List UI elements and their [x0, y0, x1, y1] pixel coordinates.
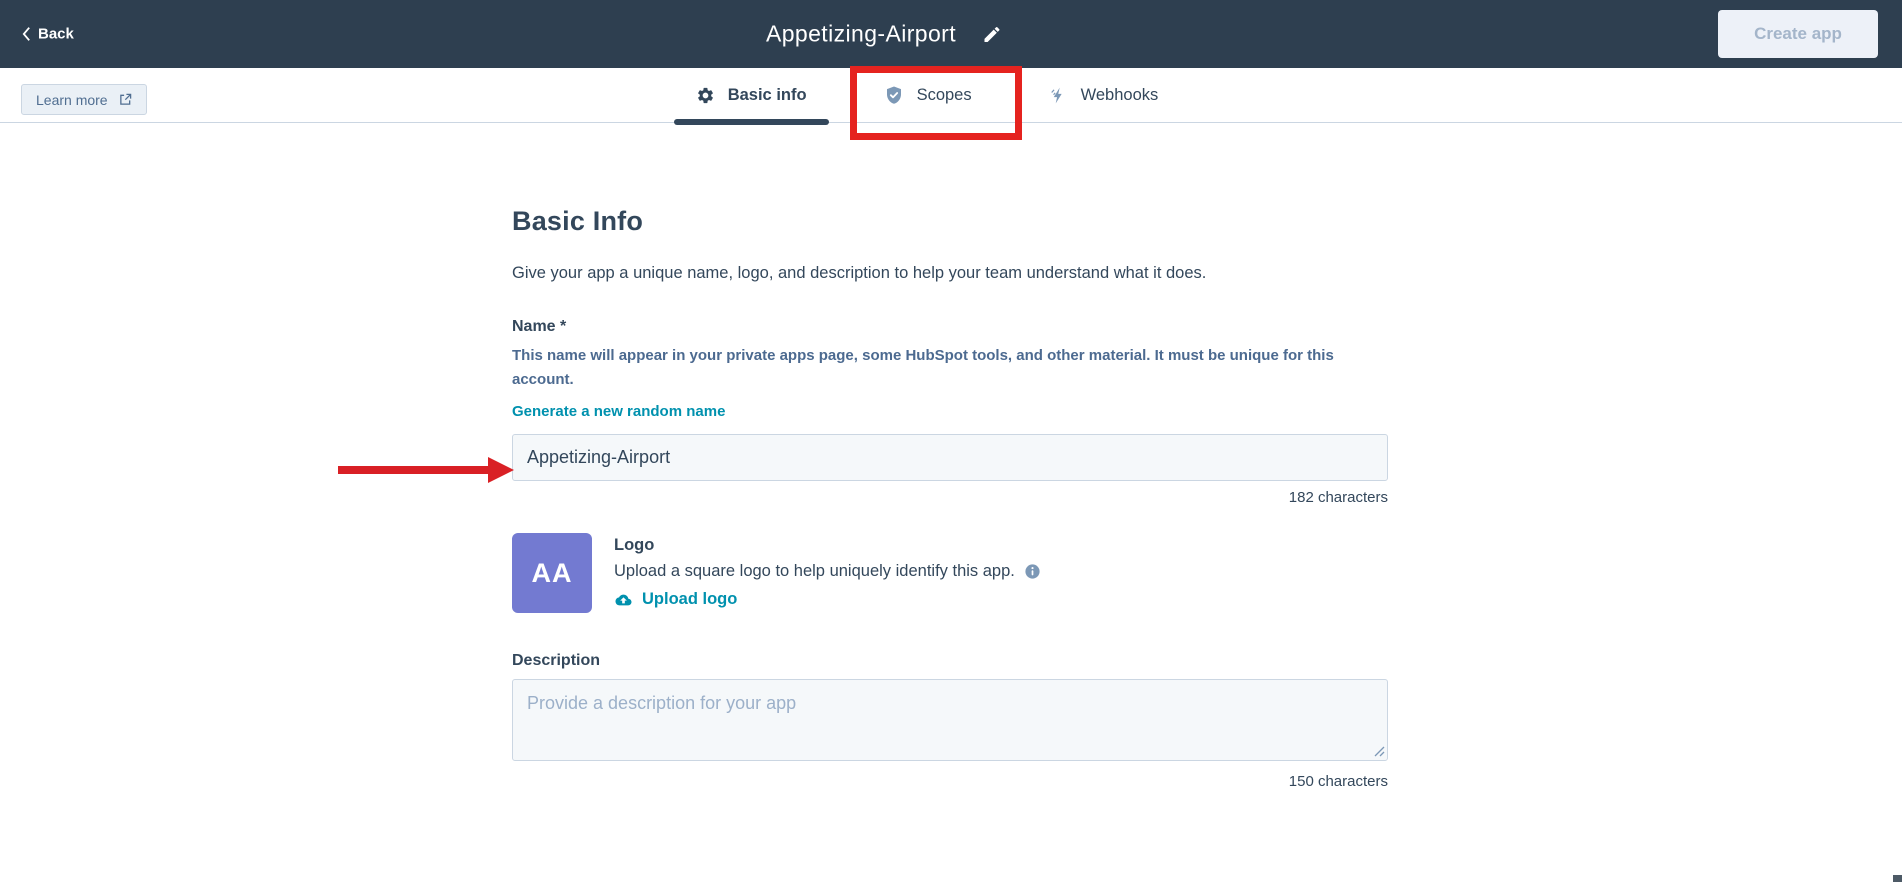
generate-random-name-link[interactable]: Generate a new random name [512, 403, 725, 420]
app-title-group: Appetizing-Airport [766, 21, 1002, 48]
tab-webhooks-label: Webhooks [1080, 85, 1159, 104]
top-navigation-bar: Back Appetizing-Airport Create app [0, 0, 1902, 68]
tab-scopes-label: Scopes [916, 85, 972, 104]
description-textarea[interactable] [512, 679, 1388, 761]
scrollbar-corner [1893, 875, 1902, 882]
name-field-label: Name * [512, 318, 567, 335]
tab-basic-info-label: Basic info [727, 85, 807, 104]
app-logo-avatar: AA [512, 533, 592, 613]
name-input[interactable] [512, 434, 1388, 481]
app-title: Appetizing-Airport [765, 20, 957, 47]
red-arrow-head-annotation [488, 457, 514, 483]
page-title: Basic Info [512, 206, 644, 236]
chevron-left-icon [22, 27, 31, 42]
resize-grip-icon[interactable] [1374, 746, 1385, 757]
name-field-help: This name will appear in your private ap… [512, 347, 1334, 388]
name-char-count: 182 characters [1288, 489, 1388, 506]
cloud-upload-icon [614, 592, 633, 608]
lightning-icon [1049, 86, 1068, 105]
page-subtitle: Give your app a unique name, logo, and d… [512, 264, 1207, 282]
tab-scopes[interactable]: Scopes [856, 68, 1000, 122]
upload-logo-label: Upload logo [642, 590, 738, 608]
tab-webhooks[interactable]: Webhooks [1021, 68, 1187, 122]
gear-icon [696, 86, 715, 105]
logo-section: AA Logo Upload a square logo to help uni… [512, 533, 1388, 613]
description-field-label: Description [512, 652, 601, 669]
upload-logo-link[interactable]: Upload logo [614, 590, 737, 609]
tab-list: Basic info Scopes Webhooks [0, 68, 1878, 125]
basic-info-form: Basic Info Give your app a unique name, … [512, 123, 1388, 790]
back-label: Back [38, 25, 74, 43]
logo-help-text: Upload a square logo to help uniquely id… [614, 562, 1015, 580]
description-char-count: 150 characters [1288, 773, 1388, 790]
logo-label: Logo [614, 536, 655, 554]
tab-bar: Learn more Basic info Scopes Webhooks [0, 68, 1902, 125]
edit-title-pencil-icon[interactable] [982, 24, 1002, 44]
shield-check-icon [884, 85, 904, 105]
create-app-button[interactable]: Create app [1718, 10, 1878, 58]
red-arrow-annotation [338, 466, 490, 474]
info-icon[interactable] [1024, 563, 1041, 580]
back-button[interactable]: Back [22, 26, 74, 43]
tab-basic-info[interactable]: Basic info [668, 68, 835, 125]
